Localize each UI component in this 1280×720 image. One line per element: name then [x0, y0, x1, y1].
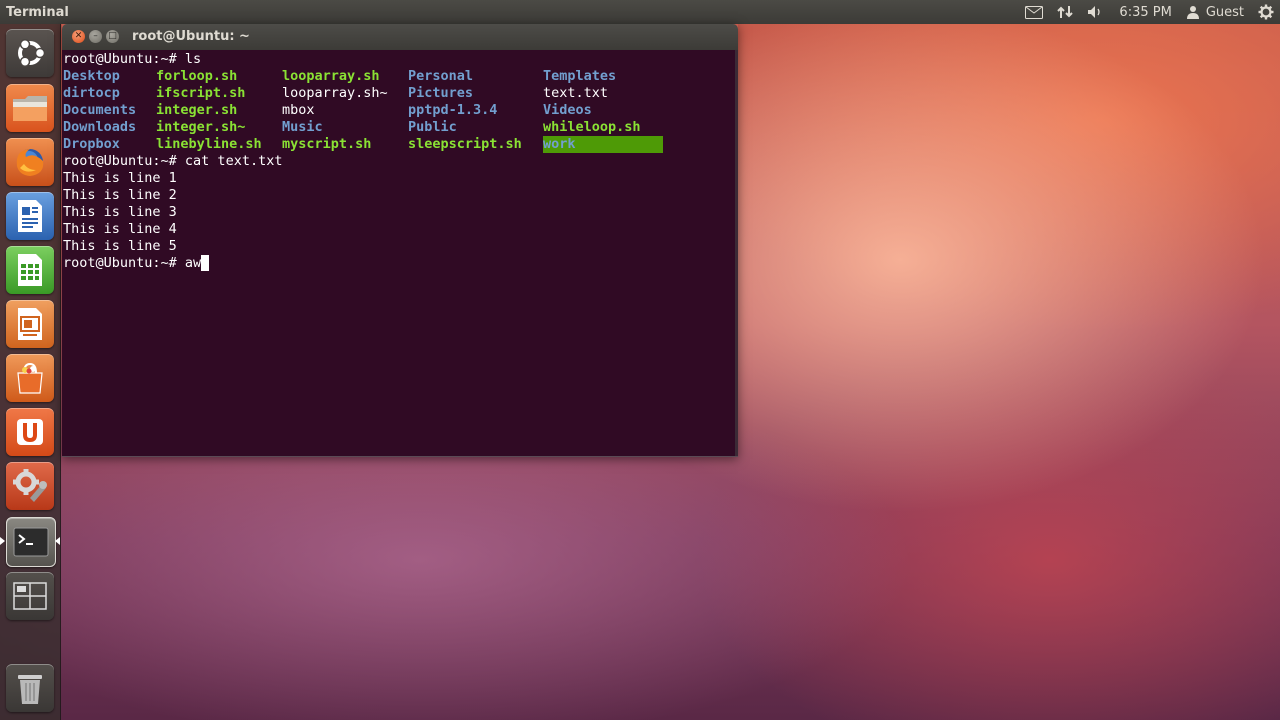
dash-home-button[interactable] — [6, 29, 54, 77]
terminal-button[interactable] — [6, 517, 56, 567]
workspace-switcher-button[interactable] — [6, 572, 54, 620]
firefox-button[interactable] — [6, 138, 54, 186]
command-line: root@Ubuntu:~# ls — [63, 51, 738, 68]
ls-entry: dirtocp — [63, 85, 120, 101]
system-settings-button[interactable] — [6, 462, 54, 510]
network-icon[interactable] — [1057, 4, 1074, 20]
writer-icon — [18, 200, 42, 232]
unity-launcher — [0, 24, 61, 720]
ubuntu-one-icon — [17, 419, 43, 445]
terminal-window: ✕ – □ root@Ubuntu: ~ root@Ubuntu:~# ls D… — [62, 24, 738, 457]
maximize-icon: □ — [108, 31, 117, 41]
minimize-icon: – — [93, 31, 98, 41]
top-panel: Terminal 6:35 PM Guest — [0, 0, 1280, 24]
prompt: root@Ubuntu:~# — [63, 153, 177, 169]
prompt: root@Ubuntu:~# — [63, 51, 177, 67]
workspace-icon — [13, 582, 47, 610]
impress-icon — [18, 308, 42, 340]
ls-entry: mbox — [282, 102, 315, 118]
ls-entry: whileloop.sh — [543, 119, 641, 135]
scrollbar[interactable] — [735, 50, 738, 456]
ls-entry: Dropbox — [63, 136, 120, 152]
indicator-area: 6:35 PM Guest — [1025, 0, 1274, 24]
clock-time[interactable]: 6:35 PM — [1119, 5, 1171, 20]
home-folder-button[interactable] — [6, 84, 54, 132]
ls-entry: pptpd-1.3.4 — [408, 102, 498, 118]
ls-entry: Pictures — [408, 85, 474, 101]
window-title: root@Ubuntu: ~ — [132, 29, 250, 44]
ls-entry: integer.sh — [156, 102, 238, 118]
user-name: Guest — [1205, 4, 1244, 20]
calc-button[interactable] — [6, 246, 54, 294]
text-cursor — [201, 255, 210, 271]
output-line: This is line 1 — [63, 170, 177, 186]
output-line: This is line 3 — [63, 204, 177, 220]
trash-button[interactable] — [6, 664, 54, 712]
ls-entry: sleepscript.sh — [408, 136, 522, 152]
ls-listing: Desktop forloop.sh looparray.sh Personal Tem… — [63, 68, 738, 153]
writer-button[interactable] — [6, 192, 54, 240]
impress-button[interactable] — [6, 300, 54, 348]
calc-icon — [18, 254, 42, 286]
close-icon: ✕ — [74, 31, 83, 41]
ls-entry: text.txt — [543, 85, 609, 101]
command-text: ls — [176, 51, 202, 67]
minimize-button[interactable]: – — [89, 30, 102, 43]
ls-entry: myscript.sh — [282, 136, 372, 152]
command-line: root@Ubuntu:~# cat text.txt — [63, 153, 738, 170]
app-menu-title[interactable]: Terminal — [0, 5, 69, 20]
output-line: This is line 4 — [63, 221, 177, 237]
mail-icon[interactable] — [1025, 5, 1044, 19]
active-app-indicator — [0, 537, 5, 545]
software-center-button[interactable] — [6, 354, 54, 402]
focused-app-indicator — [55, 537, 60, 545]
folder-icon — [13, 96, 47, 121]
terminal-output[interactable]: root@Ubuntu:~# ls Desktop forloop.sh loopa… — [62, 50, 738, 457]
ls-entry: linebyline.sh — [156, 136, 262, 152]
maximize-button[interactable]: □ — [106, 30, 119, 43]
firefox-icon — [16, 149, 44, 176]
ls-entry: Music — [282, 119, 323, 135]
ls-entry: Videos — [543, 102, 592, 118]
ls-entry: Public — [408, 119, 457, 135]
ubuntu-one-button[interactable] — [6, 408, 54, 456]
current-input[interactable]: aw — [177, 255, 201, 271]
ls-entry: Downloads — [63, 119, 137, 135]
ls-entry: ifscript.sh — [156, 85, 246, 101]
command-line-current[interactable]: root@Ubuntu:~# aw — [63, 255, 738, 272]
ls-entry: Templates — [543, 68, 617, 84]
output-line: This is line 5 — [63, 238, 177, 254]
prompt: root@Ubuntu:~# — [63, 255, 177, 271]
volume-icon[interactable] — [1087, 5, 1105, 19]
ls-entry: Documents — [63, 102, 137, 118]
ls-entry: forloop.sh — [156, 68, 238, 84]
settings-wrench-icon — [13, 469, 47, 502]
shopping-bag-icon — [17, 362, 43, 394]
user-menu[interactable]: Guest — [1186, 5, 1244, 20]
output-line: This is line 2 — [63, 187, 177, 203]
close-button[interactable]: ✕ — [72, 30, 85, 43]
ls-entry: integer.sh~ — [156, 119, 246, 135]
ubuntu-logo-icon — [18, 39, 46, 67]
ls-entry: work — [543, 136, 663, 153]
ls-entry: looparray.sh~ — [282, 85, 388, 101]
window-titlebar[interactable]: ✕ – □ root@Ubuntu: ~ — [62, 24, 738, 50]
ls-entry: Personal — [408, 68, 474, 84]
command-text: cat text.txt — [176, 153, 283, 169]
user-icon — [1186, 6, 1199, 19]
terminal-icon — [13, 527, 49, 557]
gear-icon[interactable] — [1258, 4, 1274, 20]
trash-icon — [18, 675, 42, 704]
ls-entry: looparray.sh — [282, 68, 380, 84]
ls-entry: Desktop — [63, 68, 120, 84]
